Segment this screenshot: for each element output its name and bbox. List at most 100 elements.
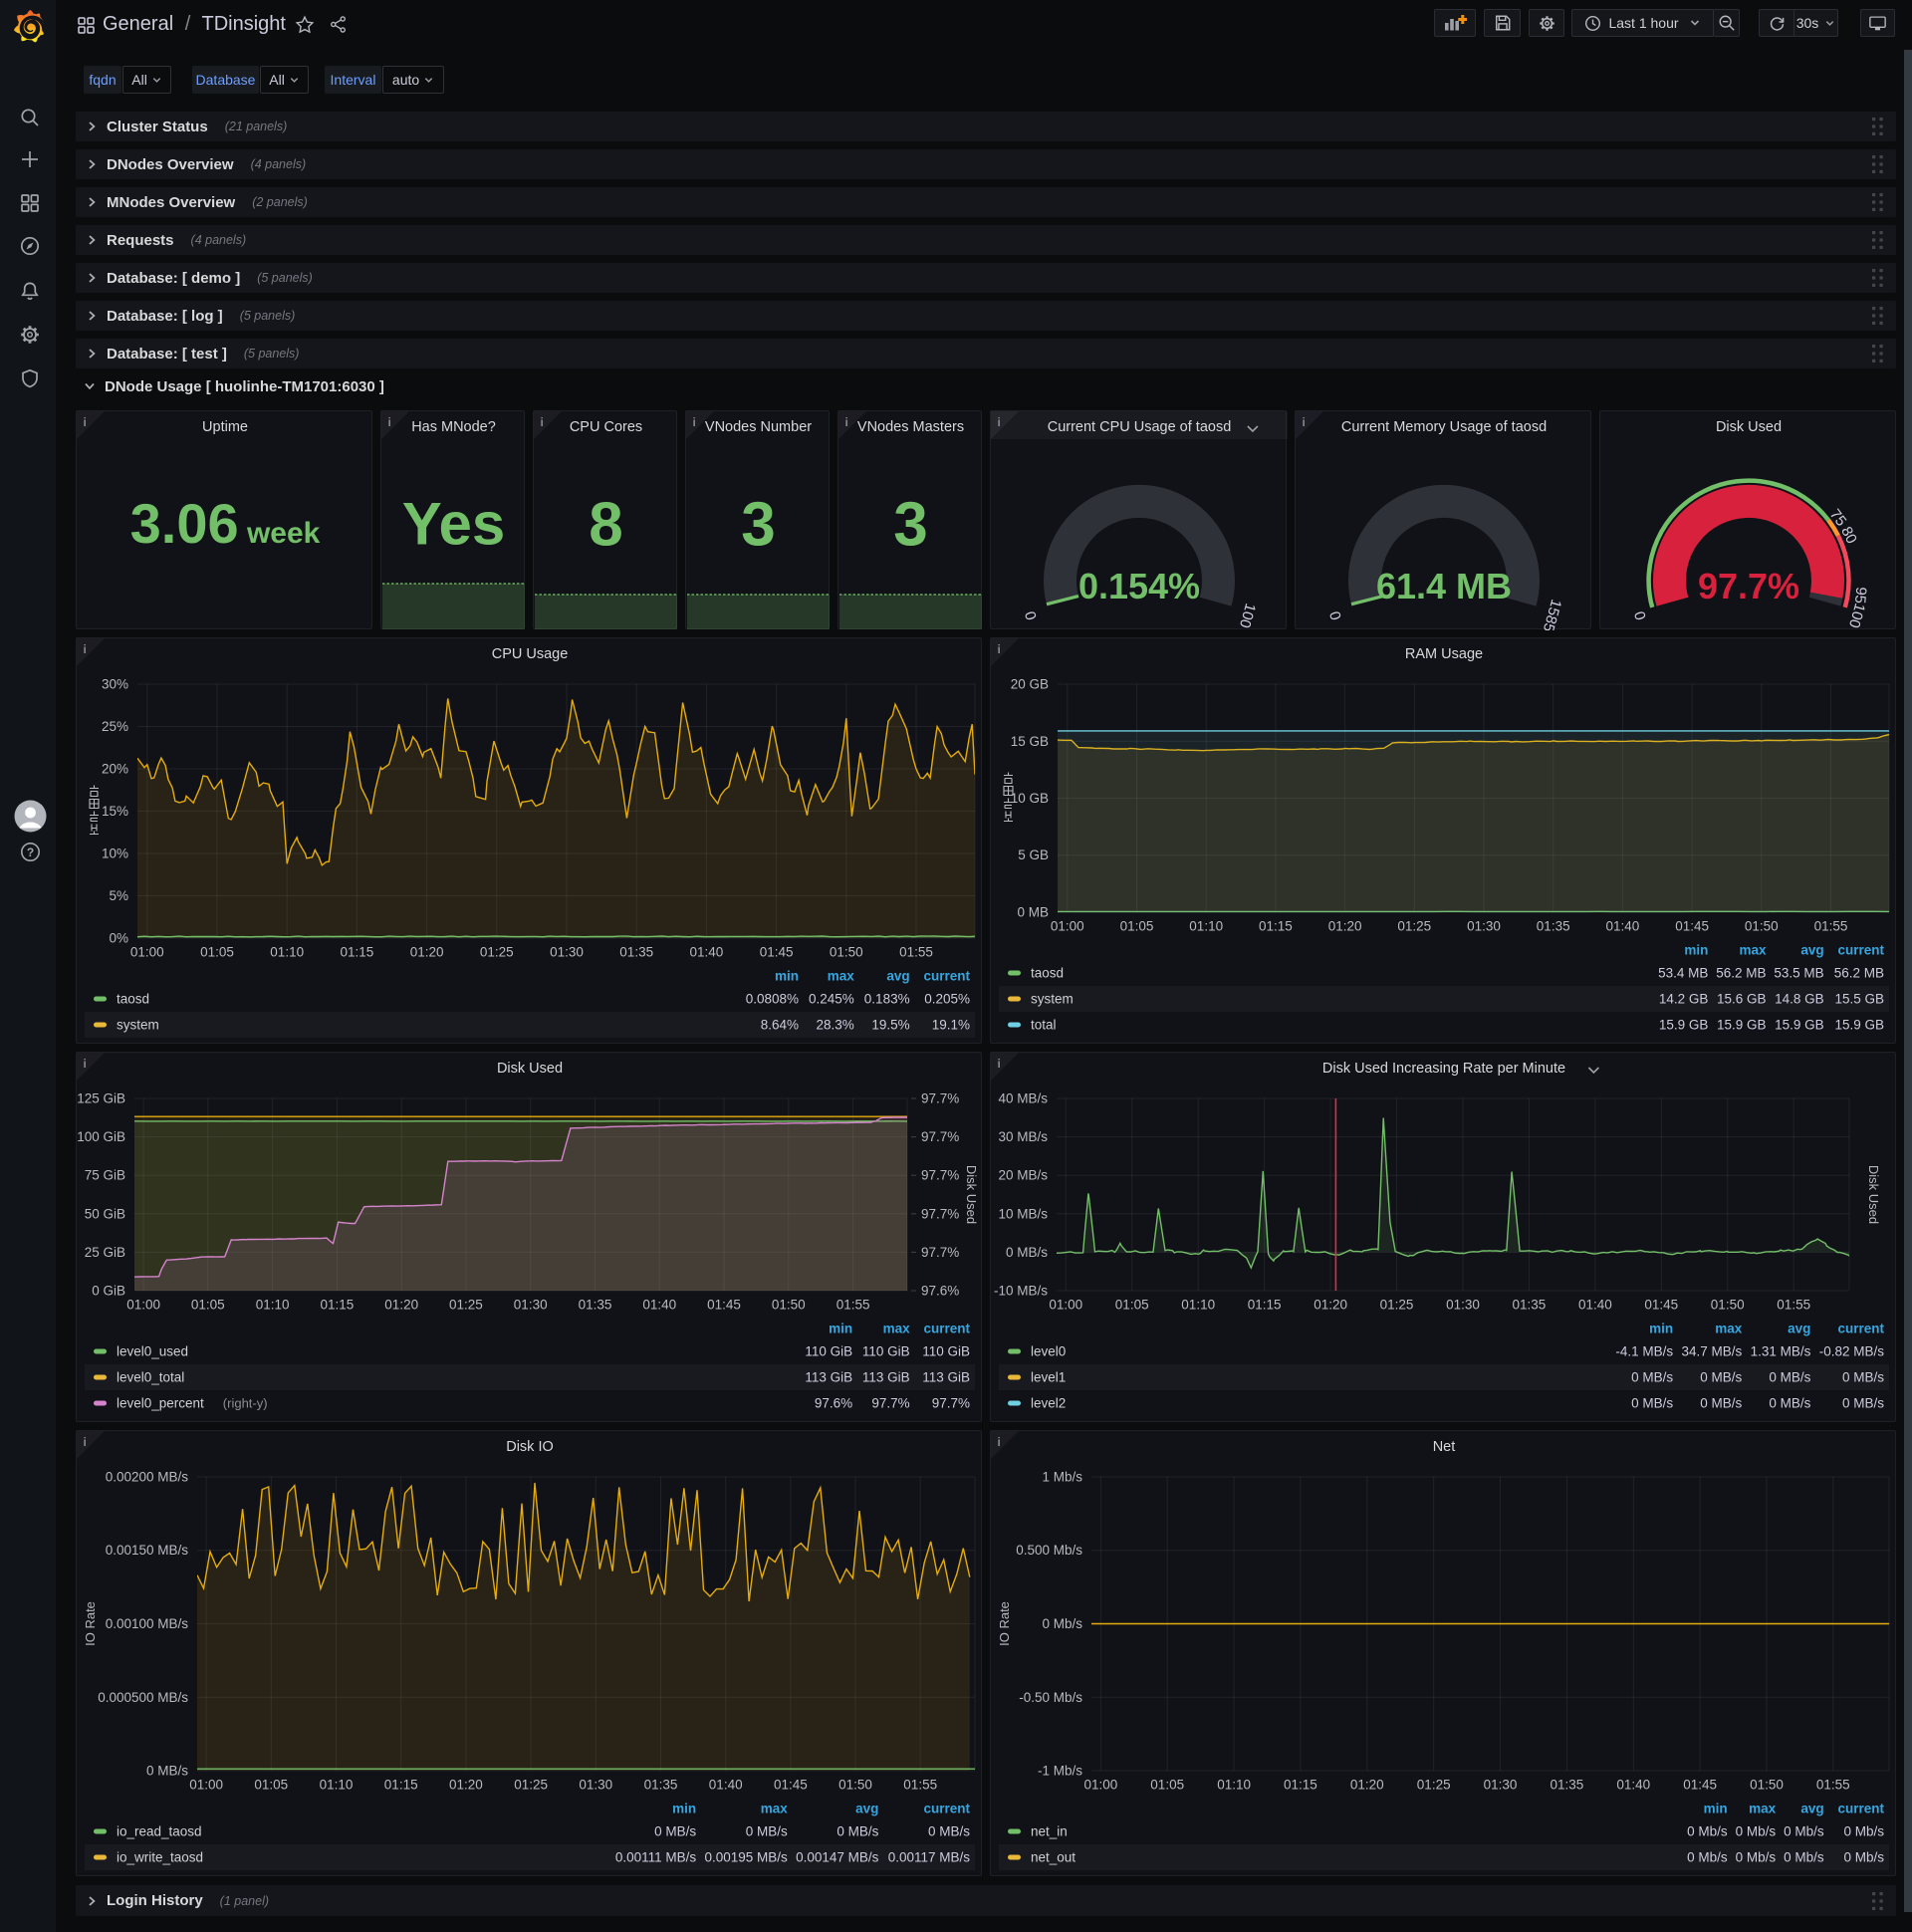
svg-text:01:25: 01:25 (1380, 1298, 1414, 1313)
svg-text:01:40: 01:40 (1616, 1778, 1650, 1793)
svg-text:01:55: 01:55 (1816, 1778, 1850, 1793)
svg-text:Disk Used Increasing Rate per: Disk Used Increasing Rate per Minute (1322, 1061, 1565, 1077)
svg-text:taosd: taosd (1031, 966, 1064, 981)
svg-text:01:45: 01:45 (774, 1778, 808, 1793)
svg-text:15.9 GB: 15.9 GB (1775, 1018, 1824, 1033)
svg-text:min: min (829, 1322, 852, 1336)
svg-text:100: 100 (1236, 602, 1259, 630)
svg-text:0 Mb/s: 0 Mb/s (1042, 1616, 1082, 1631)
svg-text:Disk IO: Disk IO (506, 1439, 554, 1455)
svg-text:0 Mb/s: 0 Mb/s (1687, 1824, 1728, 1839)
svg-text:0 MB/s: 0 MB/s (1700, 1396, 1742, 1411)
svg-text:max: max (1739, 943, 1767, 958)
svg-text:VNodes Masters: VNodes Masters (857, 419, 964, 435)
svg-text:0 MB/s: 0 MB/s (1006, 1245, 1048, 1260)
svg-text:i: i (998, 415, 1001, 429)
svg-text:8: 8 (589, 490, 622, 559)
svg-text:0 Mb/s: 0 Mb/s (1843, 1850, 1884, 1865)
svg-text:01:05: 01:05 (1115, 1298, 1149, 1313)
svg-text:110 GiB: 110 GiB (805, 1344, 852, 1359)
svg-text:01:45: 01:45 (760, 945, 794, 960)
svg-text:i: i (388, 415, 391, 429)
svg-text:-10 MB/s: -10 MB/s (994, 1284, 1048, 1299)
svg-text:01:20: 01:20 (1350, 1778, 1384, 1793)
svg-text:01:10: 01:10 (256, 1298, 290, 1313)
svg-text:01:25: 01:25 (1397, 919, 1431, 934)
svg-text:8.64%: 8.64% (761, 1018, 799, 1033)
svg-text:0.500 Mb/s: 0.500 Mb/s (1016, 1543, 1082, 1558)
svg-text:Current Memory Usage of taosd: Current Memory Usage of taosd (1341, 419, 1547, 435)
svg-text:1.31 MB/s: 1.31 MB/s (1751, 1344, 1811, 1359)
svg-text:avg: avg (855, 1802, 878, 1816)
svg-text:75: 75 (1826, 506, 1850, 530)
svg-text:0 MB/s: 0 MB/s (746, 1824, 788, 1839)
svg-text:5 GB: 5 GB (1018, 847, 1049, 862)
svg-text:CPU Usage: CPU Usage (492, 646, 569, 662)
svg-text:01:20: 01:20 (410, 945, 444, 960)
svg-text:01:30: 01:30 (1446, 1298, 1480, 1313)
svg-text:53.5 MB: 53.5 MB (1774, 966, 1823, 981)
svg-text:0 Mb/s: 0 Mb/s (1784, 1824, 1824, 1839)
svg-text:0 MB/s: 0 MB/s (1700, 1370, 1742, 1385)
svg-text:-4.1 MB/s: -4.1 MB/s (1615, 1344, 1673, 1359)
svg-text:Disk Used: Disk Used (497, 1061, 563, 1077)
svg-text:10 GB: 10 GB (1011, 791, 1049, 806)
svg-text:-0.50 Mb/s: -0.50 Mb/s (1019, 1690, 1082, 1705)
svg-text:io_read_taosd: io_read_taosd (117, 1824, 202, 1839)
svg-text:?: ? (27, 845, 34, 859)
svg-text:i: i (84, 642, 87, 656)
svg-text:50 GiB: 50 GiB (85, 1206, 125, 1221)
svg-text:0 MB/s: 0 MB/s (1631, 1370, 1673, 1385)
svg-text:01:35: 01:35 (1537, 919, 1570, 934)
svg-text:61.4 MB: 61.4 MB (1376, 566, 1512, 606)
svg-text:01:10: 01:10 (1189, 919, 1223, 934)
svg-text:97.7%: 97.7% (932, 1396, 970, 1411)
svg-text:01:30: 01:30 (579, 1778, 612, 1793)
svg-text:19.1%: 19.1% (932, 1018, 970, 1033)
svg-text:95: 95 (1851, 587, 1869, 604)
svg-text:100: 100 (1845, 602, 1868, 630)
svg-text:0 MB/s: 0 MB/s (1769, 1370, 1810, 1385)
svg-text:01:30: 01:30 (1484, 1778, 1518, 1793)
svg-text:i: i (84, 1057, 87, 1071)
svg-text:01:40: 01:40 (709, 1778, 743, 1793)
svg-text:Uptime: Uptime (202, 419, 248, 435)
svg-text:current: current (1837, 1802, 1884, 1816)
svg-text:15 GB: 15 GB (1011, 734, 1049, 749)
svg-text:total: total (1031, 1018, 1057, 1033)
svg-text:Disk Used: Disk Used (964, 1165, 979, 1224)
svg-text:01:05: 01:05 (254, 1778, 288, 1793)
svg-text:97.6%: 97.6% (921, 1284, 959, 1299)
svg-text:15.9 GB: 15.9 GB (1834, 1018, 1884, 1033)
svg-text:20 MB/s: 20 MB/s (998, 1168, 1048, 1183)
svg-text:-0.82 MB/s: -0.82 MB/s (1819, 1344, 1885, 1359)
svg-text:i: i (998, 642, 1001, 656)
svg-text:01:55: 01:55 (903, 1778, 937, 1793)
svg-text:01:45: 01:45 (1683, 1778, 1717, 1793)
svg-text:min: min (1649, 1322, 1673, 1336)
svg-text:0.154%: 0.154% (1078, 566, 1200, 606)
svg-text:0 MB/s: 0 MB/s (836, 1824, 878, 1839)
svg-text:0.00100 MB/s: 0.00100 MB/s (106, 1616, 189, 1631)
svg-text:110 GiB: 110 GiB (922, 1344, 970, 1359)
svg-text:0.183%: 0.183% (864, 992, 910, 1007)
svg-text:IO Rate: IO Rate (997, 1601, 1012, 1646)
svg-text:i: i (541, 415, 544, 429)
svg-text:avg: avg (886, 969, 909, 984)
svg-text:1 Mb/s: 1 Mb/s (1042, 1470, 1082, 1485)
svg-text:current: current (923, 969, 970, 984)
svg-text:01:50: 01:50 (830, 945, 863, 960)
svg-text:taosd: taosd (117, 992, 149, 1007)
svg-text:0 MB/s: 0 MB/s (928, 1824, 970, 1839)
svg-text:0.00147 MB/s: 0.00147 MB/s (796, 1850, 879, 1865)
svg-text:0 MB/s: 0 MB/s (1842, 1370, 1884, 1385)
svg-text:97.7%: 97.7% (921, 1168, 959, 1183)
svg-text:14.2 GB: 14.2 GB (1659, 992, 1709, 1007)
svg-text:97.7%: 97.7% (921, 1129, 959, 1144)
svg-text:max: max (828, 969, 855, 984)
svg-text:0: 0 (1326, 609, 1345, 622)
svg-text:01:50: 01:50 (1750, 1778, 1784, 1793)
svg-text:25 GiB: 25 GiB (85, 1245, 125, 1260)
svg-text:40 MB/s: 40 MB/s (998, 1091, 1048, 1106)
svg-text:01:50: 01:50 (1745, 919, 1779, 934)
